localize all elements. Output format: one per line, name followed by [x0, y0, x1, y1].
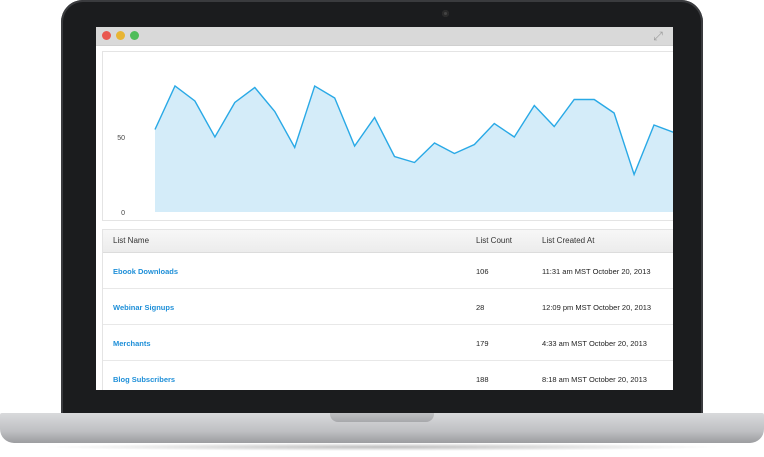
list-name-link[interactable]: Ebook Downloads — [113, 267, 178, 276]
list-name-link[interactable]: Webinar Signups — [113, 303, 174, 312]
list-created-at: 11:31 am MST October 20, 2013 — [542, 267, 651, 276]
browser-window: ⤢ 050 18. Oct20. Oct22. Oct24. Oct26. Oc… — [96, 27, 673, 390]
close-window-button[interactable] — [102, 31, 111, 40]
table-row: Ebook Downloads 106 11:31 am MST October… — [103, 253, 673, 289]
list-created-at: 8:18 am MST October 20, 2013 — [542, 375, 647, 384]
list-count: 188 — [476, 375, 489, 384]
chart-panel: 050 18. Oct20. Oct22. Oct24. Oct26. Oct2… — [102, 51, 673, 230]
fullscreen-expand-icon[interactable]: ⤢ — [651, 29, 665, 43]
camera-icon — [442, 10, 449, 17]
list-count: 179 — [476, 339, 489, 348]
table-row: Webinar Signups 28 12:09 pm MST October … — [103, 289, 673, 325]
list-name-link[interactable]: Blog Subscribers — [113, 375, 175, 384]
zoom-window-button[interactable] — [130, 31, 139, 40]
column-header-list-created-at[interactable]: List Created At — [542, 236, 594, 245]
y-tick-label: 0 — [121, 210, 125, 217]
y-tick-label: 50 — [117, 135, 125, 142]
list-name-link[interactable]: Merchants — [113, 339, 151, 348]
area-chart: 050 18. Oct20. Oct22. Oct24. Oct26. Oct2… — [117, 84, 673, 230]
title-bar: ⤢ — [96, 27, 673, 46]
table-header: List Name List Count List Created At — [103, 230, 673, 253]
list-count: 106 — [476, 267, 489, 276]
table-row: Merchants 179 4:33 am MST October 20, 20… — [103, 325, 673, 361]
list-count: 28 — [476, 303, 485, 312]
list-created-at: 12:09 pm MST October 20, 2013 — [542, 303, 652, 312]
lists-table: List Name List Count List Created At Ebo… — [102, 229, 673, 390]
laptop-shadow — [40, 443, 724, 451]
laptop-notch — [330, 413, 434, 422]
column-header-list-count[interactable]: List Count — [476, 236, 512, 245]
column-header-list-name[interactable]: List Name — [113, 236, 149, 245]
minimize-window-button[interactable] — [116, 31, 125, 40]
table-row: Blog Subscribers 188 8:18 am MST October… — [103, 361, 673, 390]
list-created-at: 4:33 am MST October 20, 2013 — [542, 339, 647, 348]
